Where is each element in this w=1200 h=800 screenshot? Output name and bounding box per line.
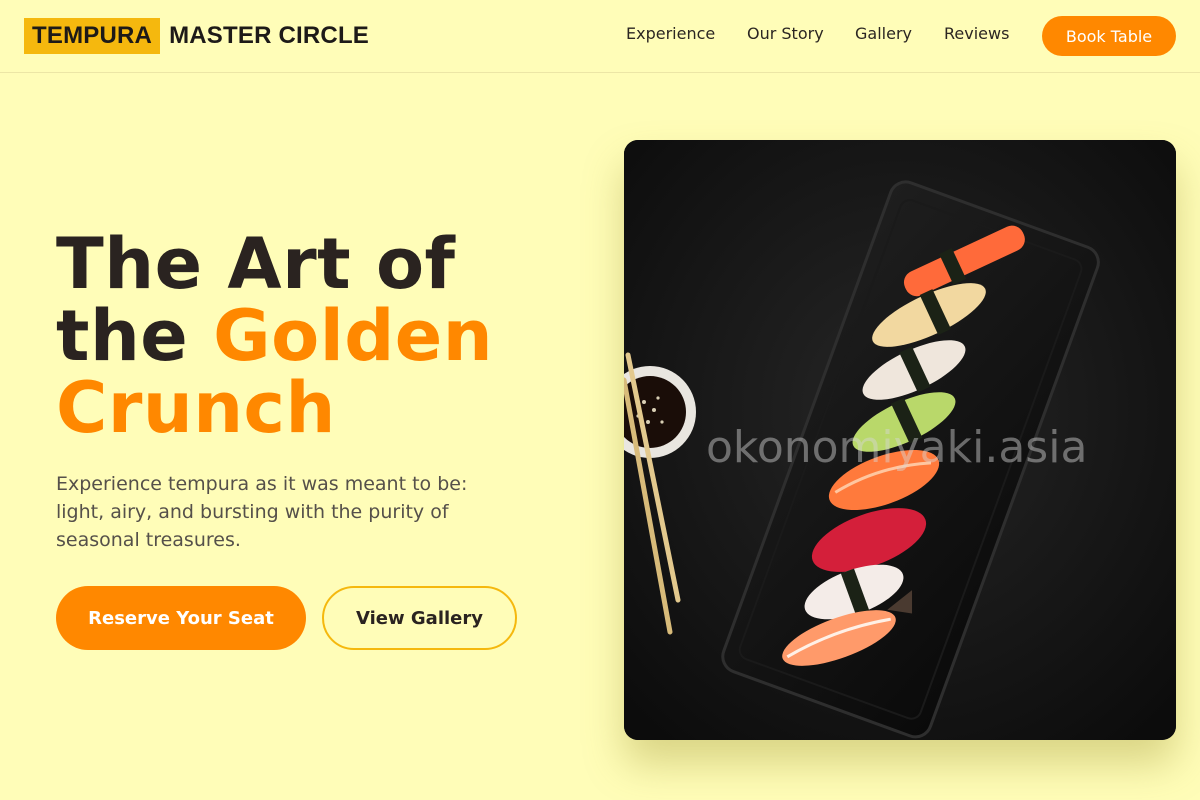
nav-link-our-story[interactable]: Our Story xyxy=(747,24,824,43)
nav-link-experience[interactable]: Experience xyxy=(626,24,715,43)
hero-title-accent-crunch: Crunch xyxy=(56,367,336,449)
view-gallery-button[interactable]: View Gallery xyxy=(322,586,517,650)
nav-link-reviews[interactable]: Reviews xyxy=(944,24,1009,43)
hero-title-accent-golden: Golden xyxy=(213,295,494,377)
brand-logo-highlight: TEMPURA xyxy=(24,18,161,54)
hero-sushi-image: okonomiyaki.asia xyxy=(624,140,1176,740)
book-table-button[interactable]: Book Table xyxy=(1042,16,1176,56)
hero-title: The Art of the Golden Crunch xyxy=(56,228,576,444)
hero-subtitle: Experience tempura as it was meant to be… xyxy=(56,473,468,551)
brand-logo[interactable]: TEMPURA MASTER CIRCLE xyxy=(24,18,369,54)
hero-title-line2-plain: the xyxy=(56,295,214,377)
reserve-seat-button[interactable]: Reserve Your Seat xyxy=(56,586,306,650)
hero-title-line1: The Art of xyxy=(56,223,456,305)
nav-link-gallery[interactable]: Gallery xyxy=(855,24,912,43)
image-watermark: okonomiyaki.asia xyxy=(706,422,1088,473)
brand-logo-text: MASTER CIRCLE xyxy=(169,22,370,49)
site-header: TEMPURA MASTER CIRCLE Experience Our Sto… xyxy=(0,0,1200,73)
